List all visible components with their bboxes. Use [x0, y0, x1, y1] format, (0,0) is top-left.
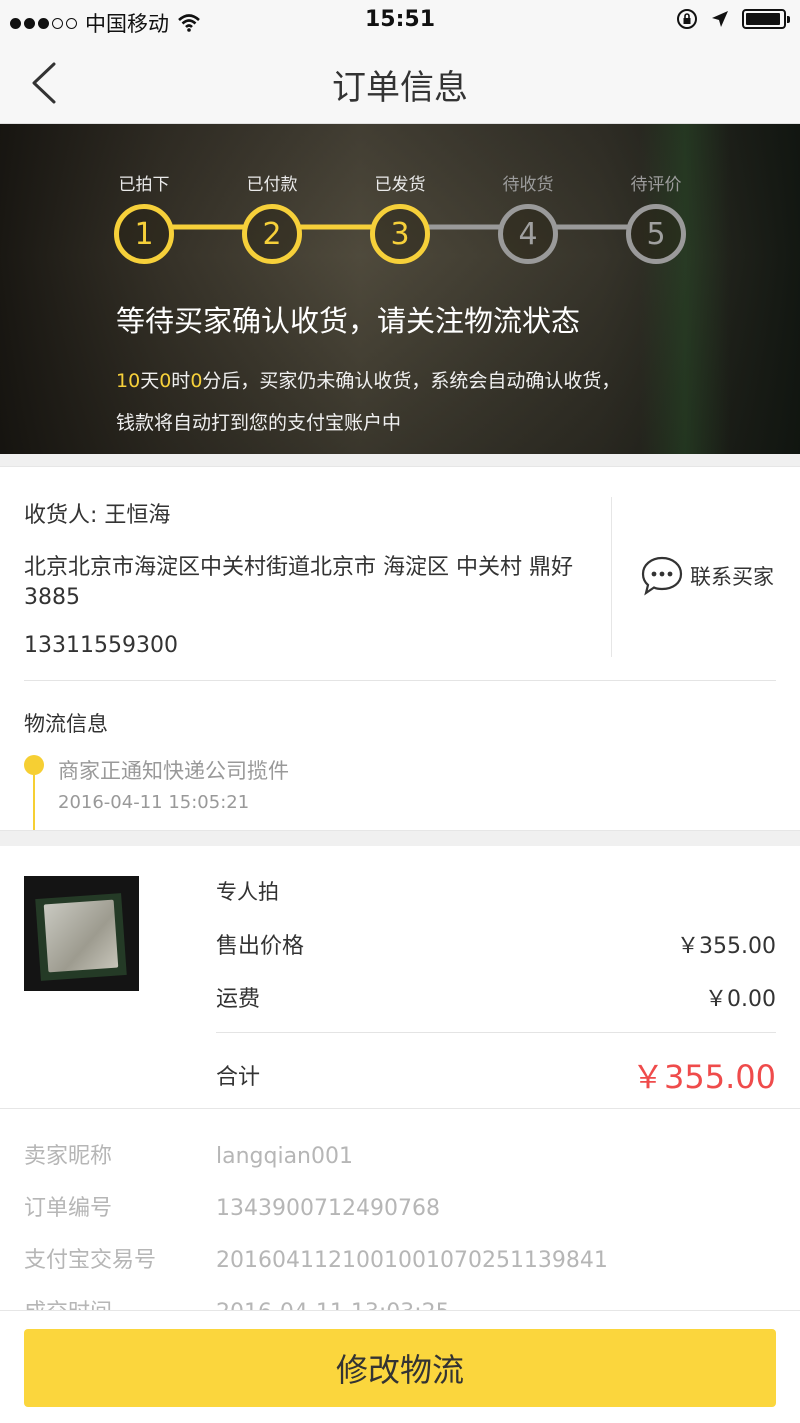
step-3: 已发货 3: [340, 170, 460, 264]
shipping-fee-value: ￥0.00: [705, 987, 776, 1012]
status-bar-right: [676, 8, 790, 30]
countdown-minutes-text: 分后，买家仍未确认收货，系统会自动确认收货，: [202, 370, 621, 392]
step-number: 2: [242, 204, 302, 264]
step-2: 已付款 2: [212, 170, 332, 264]
timeline-line: [33, 775, 35, 831]
total-row: 合计 ￥355.00: [216, 1052, 776, 1098]
divider: [0, 1108, 800, 1109]
product-thumbnail[interactable]: [24, 876, 139, 991]
logistics-title: 物流信息: [24, 712, 108, 736]
page-title: 订单信息: [332, 68, 468, 108]
order-progress-banner: 已拍下 1 已付款 2 已发货 3 待收货 4 待评价 5 等待买家确认收货，请…: [0, 124, 800, 454]
order-number-value: 1343900712490768: [216, 1196, 440, 1221]
receiver-name: 收货人: 王恒海: [24, 503, 171, 528]
step-number: 5: [626, 204, 686, 264]
auto-confirm-notice: 10天0时0分后，买家仍未确认收货，系统会自动确认收货， 钱款将自动打到您的支付…: [116, 360, 696, 444]
countdown-days-unit: 天: [140, 370, 160, 392]
sale-price-value: ￥355.00: [677, 934, 776, 959]
order-status-title: 等待买家确认收货，请关注物流状态: [116, 304, 581, 338]
logistics-status: 商家正通知快递公司揽件: [58, 759, 289, 783]
logistics-time: 2016-04-11 15:05:21: [58, 792, 250, 813]
chat-bubble-icon: [641, 556, 683, 596]
order-number-row: 订单编号 1343900712490768: [24, 1190, 784, 1222]
battery-icon: [742, 9, 790, 29]
receiver-address: 北京北京市海淀区中关村街道北京市 海淀区 中关村 鼎好3885: [24, 555, 573, 610]
bottom-action-bar: 修改物流: [0, 1310, 800, 1423]
step-label: 已付款: [246, 175, 298, 195]
step-label: 待收货: [502, 175, 554, 195]
alipay-trade-value: 2016041121001001070251139841: [216, 1248, 608, 1273]
alipay-trade-row: 支付宝交易号 2016041121001001070251139841: [24, 1242, 784, 1274]
step-number: 4: [498, 204, 558, 264]
section-gap: [0, 830, 800, 846]
seller-nickname-row: 卖家昵称 langqian001: [24, 1138, 784, 1170]
contact-buyer-button[interactable]: 联系买家: [640, 555, 774, 597]
status-bar: 中国移动 15:51: [0, 0, 800, 40]
section-gap: [0, 454, 800, 466]
step-number: 3: [370, 204, 430, 264]
countdown-line: 10天0时0分后，买家仍未确认收货，系统会自动确认收货，: [116, 360, 696, 402]
timeline-dot: [24, 755, 44, 775]
shipping-address-section: 收货人: 王恒海 北京北京市海淀区中关村街道北京市 海淀区 中关村 鼎好3885…: [0, 466, 800, 680]
total-label: 合计: [216, 1065, 261, 1090]
divider: [24, 680, 776, 681]
shipping-fee-label: 运费: [216, 987, 261, 1012]
shipping-fee-row: 运费 ￥0.00: [216, 981, 776, 1013]
alipay-trade-label: 支付宝交易号: [24, 1248, 157, 1273]
payment-notice-line: 钱款将自动打到您的支付宝账户中: [116, 412, 402, 434]
modify-logistics-button[interactable]: 修改物流: [24, 1329, 776, 1407]
location-arrow-icon: [712, 11, 728, 27]
order-number-label: 订单编号: [24, 1196, 113, 1221]
step-1: 已拍下 1: [84, 170, 204, 264]
countdown-days: 10: [116, 370, 141, 392]
step-number: 1: [114, 204, 174, 264]
receiver-phone: 13311559300: [24, 633, 178, 658]
countdown-hours-unit: 时: [171, 370, 191, 392]
sale-price-row: 售出价格 ￥355.00: [216, 928, 776, 960]
divider: [216, 1032, 776, 1033]
navigation-bar: 订单信息: [0, 40, 800, 124]
rotation-lock-icon: [677, 9, 697, 29]
step-label: 已拍下: [118, 175, 170, 195]
seller-nickname-label: 卖家昵称: [24, 1144, 113, 1169]
countdown-minutes: 0: [190, 370, 203, 392]
sale-price-label: 售出价格: [216, 934, 305, 959]
step-label: 已发货: [374, 175, 426, 195]
step-5: 待评价 5: [596, 170, 716, 264]
total-value: ￥355.00: [632, 1058, 776, 1096]
step-4: 待收货 4: [468, 170, 588, 264]
contact-buyer-label: 联系买家: [690, 565, 774, 589]
vertical-divider: [611, 497, 612, 657]
seller-nickname-value: langqian001: [216, 1144, 353, 1169]
countdown-hours: 0: [159, 370, 172, 392]
address-details: 收货人: 王恒海 北京北京市海淀区中关村街道北京市 海淀区 中关村 鼎好3885…: [24, 497, 594, 658]
product-type: 专人拍: [216, 880, 279, 904]
step-label: 待评价: [630, 175, 682, 195]
